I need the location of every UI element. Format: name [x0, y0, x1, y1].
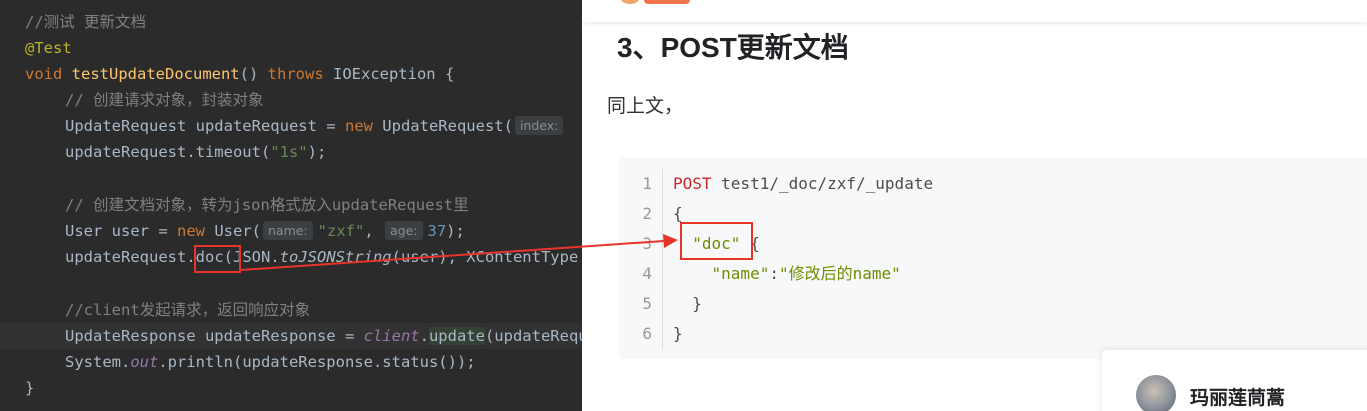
line-number: 2 [642, 204, 652, 223]
paragraph-text: 同上文， [607, 95, 684, 117]
annotation-text: @Test [25, 39, 72, 57]
keyword-throws: throws [267, 65, 324, 83]
field-out: out [130, 353, 159, 371]
code-text: UpdateResponse updateResponse = [65, 327, 364, 345]
code-text: { [673, 204, 683, 223]
code-text: UpdateRequest updateRequest = [65, 117, 345, 135]
code-line-timeout: updateRequest.timeout("1s"); [0, 139, 582, 165]
keyword-new: new [176, 222, 205, 240]
blog-article: 3、POST更新文档 同上文， 1 2 3 4 5 6 POST test1/_… [582, 0, 1367, 411]
static-method-call: toJSONString [279, 248, 392, 266]
code-text: : [769, 264, 779, 283]
code-text: (updateRequest, RequestOptions.DEFAULT); [484, 327, 582, 345]
parameter-hint: index: [514, 116, 564, 135]
string-literal: "zxf" [317, 222, 365, 240]
avatar[interactable] [1136, 375, 1176, 411]
line-number: 5 [642, 294, 652, 313]
code-text: ); [446, 222, 465, 240]
code-line-println: System.out.println(updateResponse.status… [0, 349, 582, 375]
line-number: 1 [642, 174, 652, 193]
highlight-box-doc-ide [194, 245, 241, 273]
field-client: client [363, 327, 420, 345]
site-header [582, 0, 1367, 22]
code-line-comment: //测试 更新文档 [0, 9, 582, 35]
parameter-hint: age: [385, 221, 423, 240]
code-line-comment: // 创建请求对象，封装对象 [0, 87, 582, 113]
site-logo-wordmark[interactable] [644, 0, 690, 4]
code-line-method-signature: void testUpdateDocument() throws IOExcep… [0, 61, 582, 87]
code-line: "name":"修改后的name" [673, 259, 933, 289]
request-path: test1/_doc/zxf/_update [711, 174, 934, 193]
code-text: (user), XContentType.JSON); [391, 248, 582, 266]
code-line-doc-call: updateRequest.doc(JSON.toJSONString(user… [0, 244, 582, 270]
json-key-name: "name" [711, 264, 770, 283]
section-heading: 3、POST更新文档 [617, 32, 849, 63]
code-line: } [673, 289, 933, 319]
highlight-box-doc-article [680, 222, 753, 260]
line-number: 6 [642, 324, 652, 343]
code-line-comment: // 创建文档对象，转为json格式放入updateRequest里 [0, 192, 582, 218]
code-text: UpdateRequest( [372, 117, 513, 135]
code-text: } [25, 379, 35, 397]
code-text: User( [204, 222, 261, 240]
ide-code-editor[interactable]: //测试 更新文档 @Test void testUpdateDocument(… [0, 0, 582, 411]
code-line-annotation: @Test [0, 35, 582, 61]
code-text: } [673, 324, 683, 343]
code-line-new-user: User user = new User(name: "zxf", age: 37)… [0, 218, 582, 244]
number-literal: 37 [427, 222, 447, 240]
code-text: IOException { [323, 65, 455, 83]
code-text: User user = [65, 222, 177, 240]
keyword-void: void [25, 65, 63, 83]
code-text: . [419, 327, 429, 345]
json-value: "修改后的name" [778, 264, 901, 283]
line-number: 4 [642, 264, 652, 283]
author-name[interactable]: 玛丽莲茼蒿 [1190, 383, 1285, 410]
code-line-update-request: UpdateRequest updateRequest = new Update… [0, 113, 582, 139]
code-text: .println(updateResponse.status()); [158, 353, 476, 371]
code-text: System. [65, 353, 131, 371]
code-text: updateRequest.timeout( [65, 143, 271, 161]
code-text: ); [307, 143, 327, 161]
site-logo-icon[interactable] [620, 0, 640, 4]
code-text: () [239, 65, 268, 83]
code-line: POST test1/_doc/zxf/_update [673, 169, 933, 199]
comment-text: //client发起请求，返回响应对象 [65, 301, 311, 319]
code-line-update-response: UpdateResponse updateResponse = client.u… [0, 323, 582, 349]
http-method: POST [673, 174, 712, 193]
update-method-call[interactable]: update [428, 327, 485, 345]
code-line-comment: //client发起请求，返回响应对象 [0, 297, 582, 323]
comment-text: // 创建文档对象，转为json格式放入updateRequest里 [65, 196, 469, 214]
comment-text: //测试 更新文档 [25, 13, 146, 31]
keyword-new: new [344, 117, 373, 135]
author-card[interactable]: 玛丽莲茼蒿 [1102, 350, 1367, 411]
method-name[interactable]: testUpdateDocument [72, 65, 240, 83]
string-literal: "1s" [270, 143, 308, 161]
code-text: , [364, 222, 383, 240]
code-text: } [673, 294, 702, 313]
code-line: } [673, 319, 933, 349]
code-line-closing-brace: } [0, 375, 582, 401]
comment-text: // 创建请求对象，封装对象 [65, 91, 264, 109]
code-text: updateRequest. [65, 248, 196, 266]
parameter-hint: name: [262, 221, 313, 240]
line-number-gutter: 1 2 3 4 5 6 [619, 169, 663, 349]
line-number: 3 [642, 234, 652, 253]
